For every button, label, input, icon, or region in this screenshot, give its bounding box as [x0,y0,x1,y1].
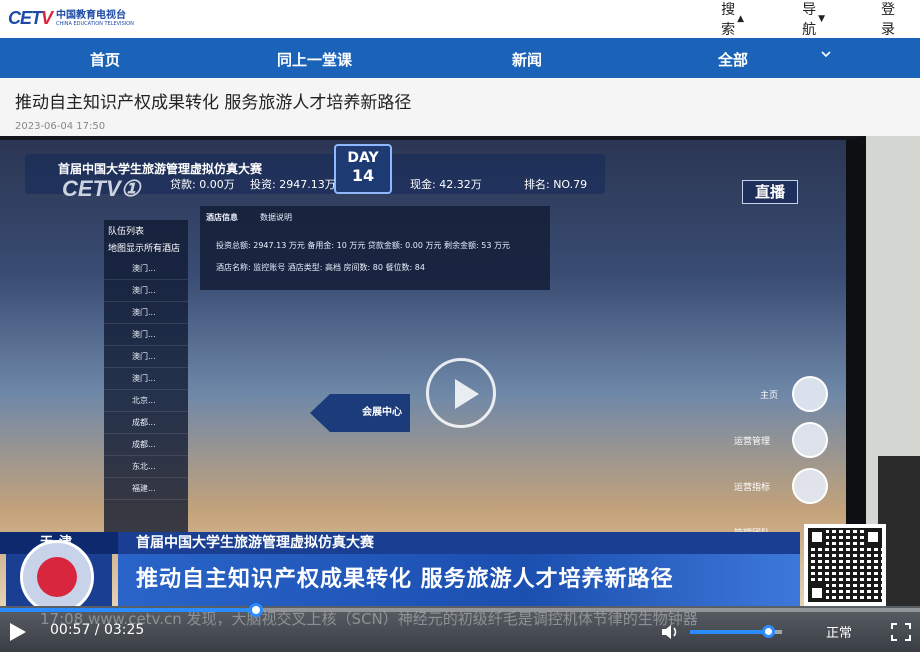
chart-icon [792,468,828,504]
team-list-title: 队伍列表 [108,227,145,237]
video-player[interactable]: 首届中国大学生旅游管理虚拟仿真大赛 DAY 14 贷款: 0.00万 投资: 2… [0,136,920,652]
article-header: 推动自主知识产权成果转化 服务旅游人才培养新路径 2023-06-04 17:5… [0,78,920,136]
progress-bar[interactable] [0,603,920,617]
nav-all[interactable]: 全部 [718,49,748,70]
volume-slider[interactable] [690,625,782,638]
logo-cn-text: 中国教育电视台 [56,9,127,21]
nav-news[interactable]: 新闻 [512,49,542,70]
quality-selector[interactable]: 正常 [826,622,852,641]
logo-mark: CETV [8,8,53,28]
info-subtitle: 数据说明 [260,213,292,222]
duration: 03:25 [103,622,145,638]
info-title: 酒店信息 [206,213,238,222]
logo-en-text: CHINA EDUCATION TELEVISION [56,20,134,27]
fullscreen-icon[interactable] [890,622,912,642]
list-item: 澳门... [104,368,188,390]
channel-watermark: CETV① [62,176,141,201]
nav-home[interactable]: 首页 [90,49,120,70]
nav-same-class[interactable]: 同上一堂课 [277,49,352,70]
team-list-filter: 地图显示所有酒店 [108,244,181,254]
triangle-up-icon: ▲ [737,14,744,24]
side-menu-ops: 运营管理 [734,437,771,447]
side-menu-kpi: 运营指标 [734,483,771,493]
day-counter: DAY 14 [334,144,392,194]
lower-third-subtitle: 首届中国大学生旅游管理虚拟仿真大赛 [136,535,374,551]
hotel-info-panel: 酒店信息 数据说明 投资总额: 2947.13 万元 备用金: 10 万元 贷款… [200,206,550,290]
nav-dropdown[interactable]: 导航 ▼ [802,0,825,39]
article-title: 推动自主知识产权成果转化 服务旅游人才培养新路径 [15,93,412,113]
qr-code [804,524,886,606]
article-timestamp: 2023-06-04 17:50 [15,121,106,132]
live-badge: 直播 [742,180,798,204]
progress-fill [0,608,256,612]
volume-icon[interactable] [660,622,680,642]
cetv-logo[interactable]: CETV 中国教育电视台 CHINA EDUCATION TELEVISION [8,8,134,29]
info-line-2: 酒店名称: 监控账号 酒店类型: 高档 房间数: 80 餐位数: 84 [216,263,425,272]
map-marker: 会展中心 [310,394,410,432]
volume-fill [690,630,769,634]
time-display: 00:57 / 03:25 [50,622,145,638]
play-icon[interactable] [10,623,26,641]
top-bar: CETV 中国教育电视台 CHINA EDUCATION TELEVISION … [0,0,920,38]
layers-icon [792,422,828,458]
main-navbar: 首页 同上一堂课 新闻 全部 [0,38,920,78]
stat-invest: 投资: 2947.13万 [250,178,336,191]
list-item: 澳门... [104,280,188,302]
list-item: 福建... [104,478,188,500]
list-item: 澳门... [104,324,188,346]
volume-handle[interactable] [762,625,776,638]
list-item: 澳门... [104,258,188,280]
search-link[interactable]: 搜索 ▲ [721,0,744,39]
stat-loan: 贷款: 0.00万 [170,178,235,191]
triangle-down-icon: ▼ [818,14,825,24]
big-play-icon[interactable] [426,358,496,428]
team-list-panel: 队伍列表 地图显示所有酒店 澳门... 澳门... 澳门... 澳门... 澳门… [104,220,188,540]
side-menu-home: 主页 [760,391,779,401]
list-item: 北京... [104,390,188,412]
chevron-down-icon[interactable] [820,48,832,64]
list-item: 成都... [104,434,188,456]
home-icon [792,376,828,412]
stat-rank: 排名: NO.79 [524,178,588,191]
list-item: 成都... [104,412,188,434]
progress-handle[interactable] [248,603,263,617]
list-item: 澳门... [104,302,188,324]
list-item: 东北... [104,456,188,478]
lower-third-headline: 推动自主知识产权成果转化 服务旅游人才培养新路径 [118,554,800,606]
lower-third-strip [0,532,800,554]
list-item: 澳门... [104,346,188,368]
current-time: 00:57 [50,622,91,638]
info-line-1: 投资总额: 2947.13 万元 备用金: 10 万元 贷款金额: 0.00 万… [216,241,511,250]
university-emblem [6,540,112,614]
screen-title: 首届中国大学生旅游管理虚拟仿真大赛 [58,162,263,176]
login-link[interactable]: 登录 [881,0,895,39]
emblem-icon [20,540,94,614]
stat-cash: 现金: 42.32万 [410,178,482,191]
